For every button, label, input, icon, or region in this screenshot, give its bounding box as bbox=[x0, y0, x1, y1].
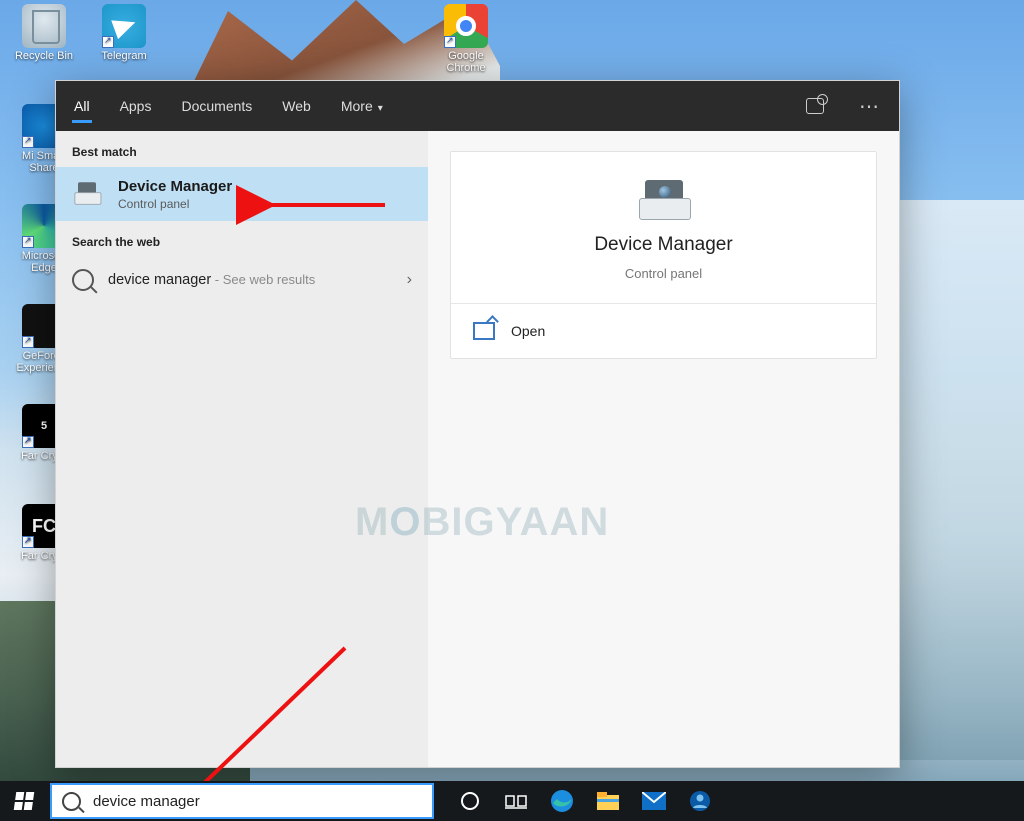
cortana-button[interactable] bbox=[448, 781, 492, 821]
preview-title: Device Manager bbox=[594, 234, 732, 256]
tab-apps[interactable]: Apps bbox=[118, 92, 154, 120]
preview-card: Device Manager Control panel Open bbox=[450, 151, 877, 359]
web-hint: - See web results bbox=[211, 272, 315, 287]
web-query: device manager bbox=[108, 272, 211, 288]
taskbar-search-input[interactable] bbox=[91, 792, 422, 811]
feedback-icon bbox=[806, 98, 824, 114]
action-open-label: Open bbox=[511, 323, 545, 339]
result-subtitle: Control panel bbox=[118, 197, 232, 211]
search-icon bbox=[62, 792, 81, 811]
desktop-icon-label: Google Chrome bbox=[430, 50, 502, 74]
telegram-icon bbox=[102, 4, 146, 48]
tab-all[interactable]: All bbox=[72, 92, 92, 123]
device-manager-icon bbox=[70, 177, 104, 211]
shortcut-overlay-icon bbox=[22, 336, 34, 348]
desktop-icon-recycle-bin[interactable]: Recycle Bin bbox=[8, 4, 80, 62]
mail-icon bbox=[642, 792, 666, 810]
start-search-panel: All Apps Documents Web More Best match D… bbox=[55, 80, 900, 768]
taskbar-mail[interactable] bbox=[632, 781, 676, 821]
device-manager-large-icon bbox=[635, 178, 693, 224]
tab-documents[interactable]: Documents bbox=[179, 92, 254, 120]
task-view-icon bbox=[505, 793, 527, 809]
web-result-row[interactable]: device manager - See web results › bbox=[56, 257, 428, 303]
open-icon bbox=[473, 322, 495, 340]
chevron-right-icon: › bbox=[407, 271, 412, 289]
taskbar bbox=[0, 781, 1024, 821]
result-title: Device Manager bbox=[118, 178, 232, 195]
tab-web[interactable]: Web bbox=[280, 92, 313, 120]
options-button[interactable] bbox=[855, 92, 883, 120]
preview-subtitle: Control panel bbox=[625, 266, 702, 281]
taskbar-search-box[interactable] bbox=[50, 783, 434, 819]
taskbar-edge[interactable] bbox=[540, 781, 584, 821]
taskbar-file-explorer[interactable] bbox=[586, 781, 630, 821]
feedback-button[interactable] bbox=[801, 92, 829, 120]
windows-logo-icon bbox=[14, 792, 35, 810]
tab-more[interactable]: More bbox=[339, 92, 385, 120]
search-filter-tabs: All Apps Documents Web More bbox=[56, 81, 899, 131]
edge-icon bbox=[550, 789, 574, 813]
start-button[interactable] bbox=[0, 781, 48, 821]
results-list: Best match Device Manager Control panel … bbox=[56, 131, 428, 767]
taskbar-your-phone[interactable] bbox=[678, 781, 722, 821]
desktop-icon-label: Recycle Bin bbox=[8, 50, 80, 62]
section-best-match: Best match bbox=[56, 131, 428, 167]
chrome-icon bbox=[444, 4, 488, 48]
file-explorer-icon bbox=[596, 791, 620, 811]
shortcut-overlay-icon bbox=[102, 36, 114, 48]
shortcut-overlay-icon bbox=[22, 536, 34, 548]
search-icon bbox=[72, 269, 94, 291]
section-search-web: Search the web bbox=[56, 221, 428, 257]
cortana-icon bbox=[460, 791, 480, 811]
action-open[interactable]: Open bbox=[451, 304, 876, 358]
desktop-icon-chrome[interactable]: Google Chrome bbox=[430, 4, 502, 74]
recycle-bin-icon bbox=[22, 4, 66, 48]
shortcut-overlay-icon bbox=[22, 436, 34, 448]
taskbar-pinned bbox=[448, 781, 722, 821]
shortcut-overlay-icon bbox=[22, 136, 34, 148]
your-phone-icon bbox=[689, 790, 711, 812]
preview-pane: Device Manager Control panel Open bbox=[428, 131, 899, 767]
shortcut-overlay-icon bbox=[22, 236, 34, 248]
desktop-icon-telegram[interactable]: Telegram bbox=[88, 4, 160, 62]
result-device-manager[interactable]: Device Manager Control panel bbox=[56, 167, 428, 221]
shortcut-overlay-icon bbox=[444, 36, 456, 48]
task-view-button[interactable] bbox=[494, 781, 538, 821]
more-options-icon bbox=[859, 94, 879, 119]
desktop-icon-label: Telegram bbox=[88, 50, 160, 62]
